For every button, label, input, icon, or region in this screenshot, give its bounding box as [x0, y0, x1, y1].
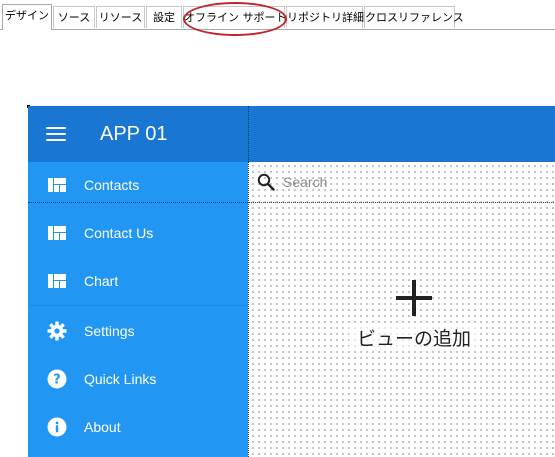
sidebar-item-label: Chart [84, 273, 119, 289]
gear-icon [47, 321, 67, 341]
app-title: APP 01 [100, 123, 168, 145]
tab-design[interactable]: デザイン [2, 4, 52, 30]
tab-settings[interactable]: 設定 [146, 6, 182, 28]
sidebar-item-contact-us[interactable]: Contact Us [28, 209, 248, 257]
add-view-label: ビューの追加 [349, 324, 479, 351]
tab-cross-reference[interactable]: クロスリファレンス [364, 6, 464, 28]
designer-tab-strip: デザイン ソース リソース 設定 オフライン サポート リポジトリ詳細 クロスリ… [0, 0, 555, 30]
search-icon [257, 173, 275, 191]
tab-resources[interactable]: リソース [96, 6, 145, 28]
tab-offline-support[interactable]: オフライン サポート [183, 6, 287, 28]
hamburger-icon[interactable] [46, 127, 66, 141]
nav-divider [28, 305, 248, 306]
view-dashboard-icon [48, 178, 66, 192]
app-header-bar: APP 01 [28, 106, 555, 162]
sidebar-item-about[interactable]: About [28, 403, 248, 451]
sidebar-item-label: Settings [84, 323, 135, 339]
header-divider [248, 106, 249, 162]
sidebar-item-label: Contact Us [84, 225, 154, 241]
help-circle-icon: ? [47, 369, 67, 389]
tab-repository-details[interactable]: リポジトリ詳細 [286, 6, 364, 28]
tab-source[interactable]: ソース [53, 6, 95, 28]
sidebar-item-label: Contacts [84, 177, 140, 193]
search-input[interactable] [283, 172, 533, 192]
sidebar-item-settings[interactable]: Settings [28, 307, 248, 355]
search-bar [249, 162, 555, 203]
sidebar-item-label: Quick Links [84, 371, 157, 387]
view-dashboard-icon [48, 274, 66, 288]
sidebar-item-chart[interactable]: Chart [28, 257, 248, 305]
view-dashboard-icon [48, 226, 66, 240]
app-preview-canvas: APP 01 Contacts Contact Us Chart Setting… [28, 106, 555, 457]
plus-icon [396, 280, 432, 316]
sidebar-item-contacts[interactable]: Contacts [28, 161, 248, 209]
sidebar-item-label: About [84, 419, 121, 435]
side-navigation: Contacts Contact Us Chart Settings ? Qui… [28, 162, 248, 457]
info-circle-icon [47, 417, 67, 437]
add-view-button[interactable]: ビューの追加 [349, 272, 479, 352]
sidebar-item-quick-links[interactable]: ? Quick Links [28, 355, 248, 403]
design-canvas-area[interactable]: ビューの追加 [248, 162, 555, 457]
svg-text:?: ? [53, 373, 61, 388]
